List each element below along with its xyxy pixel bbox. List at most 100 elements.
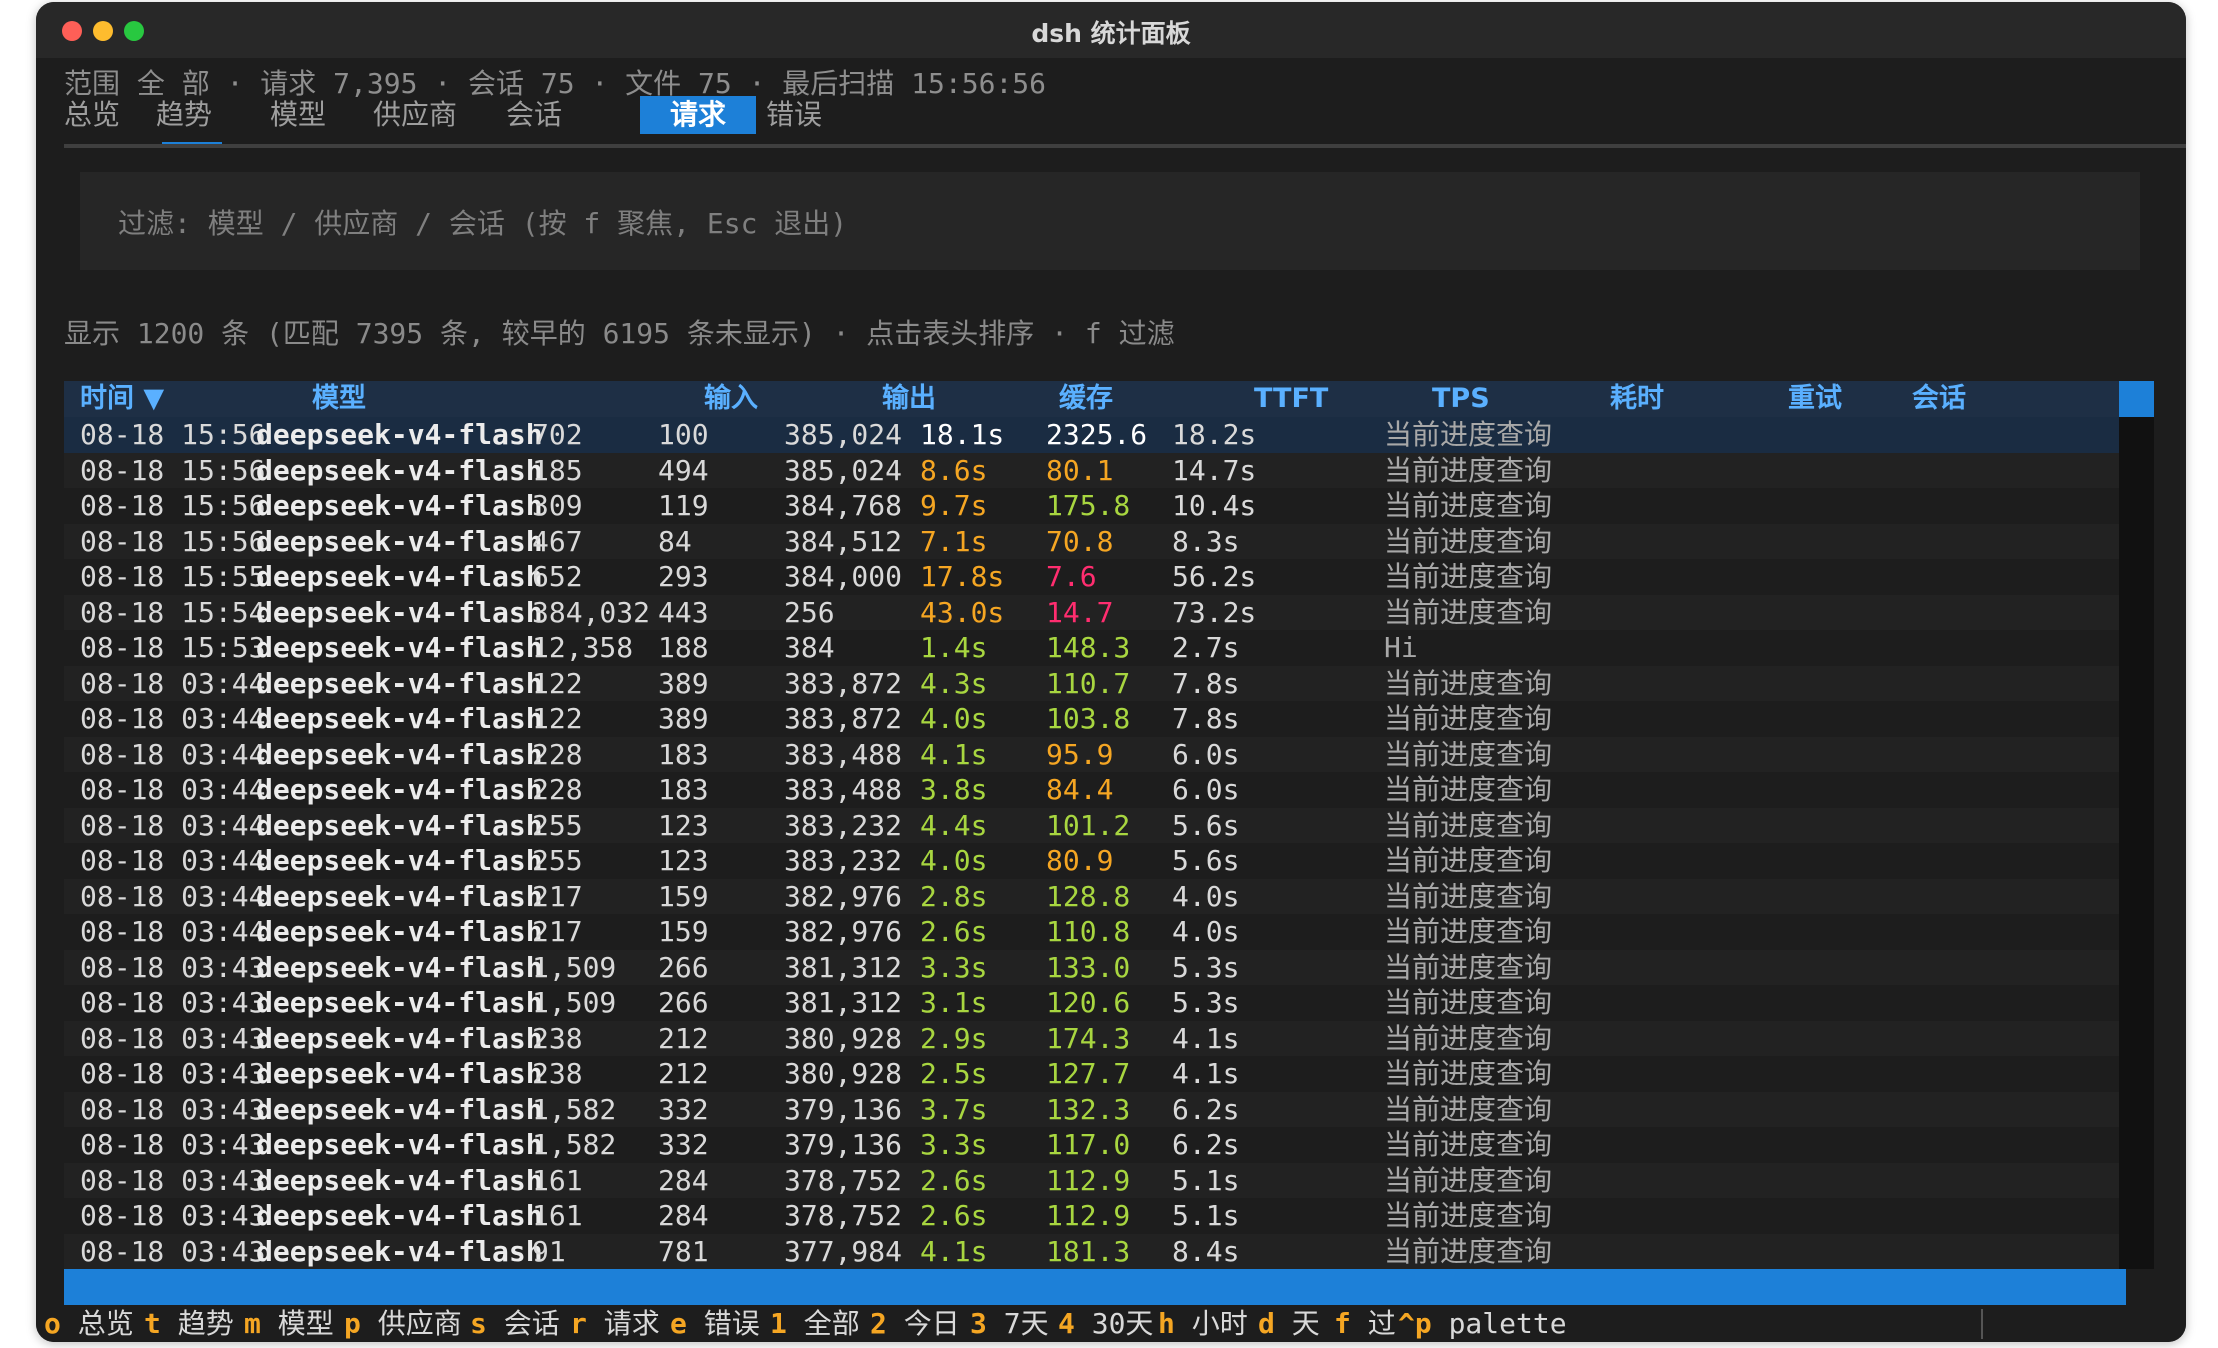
table-row[interactable]: 08-18 03:43 deepseek-v4-flash 161 284 378,75… bbox=[64, 1162, 2119, 1198]
keybinding-9[interactable]: 3 7天 bbox=[970, 1305, 1049, 1342]
cell-input: 309 bbox=[532, 489, 583, 522]
table-row[interactable]: 08-18 03:43 deepseek-v4-flash 238 212 380,92… bbox=[64, 1020, 2119, 1056]
keybinding-key: 1 bbox=[770, 1307, 787, 1340]
scrollbar-track[interactable] bbox=[2119, 417, 2154, 1269]
keybinding-7[interactable]: 1 全部 bbox=[770, 1305, 860, 1342]
cell-tps: 2325.6 bbox=[1046, 418, 1148, 451]
header-tps[interactable]: TPS bbox=[1432, 381, 1490, 417]
table-row[interactable]: 08-18 03:44 deepseek-v4-flash 228 183 383,48… bbox=[64, 772, 2119, 808]
header-session[interactable]: 会话 bbox=[1912, 381, 1966, 417]
table-row[interactable]: 08-18 03:43 deepseek-v4-flash 1,582 332 379,… bbox=[64, 1091, 2119, 1127]
table-row[interactable]: 08-18 15:56 deepseek-v4-flash 467 84 384,512… bbox=[64, 523, 2119, 559]
cell-output: 123 bbox=[658, 808, 709, 842]
table-row[interactable]: 08-18 15:53 deepseek-v4-flash 12,358 188 384… bbox=[64, 630, 2119, 666]
table-row[interactable]: 08-18 15:56 deepseek-v4-flash 702 100 385,02… bbox=[64, 417, 2119, 453]
cell-duration: 4.1s bbox=[1172, 1057, 1240, 1090]
table-row[interactable]: 08-18 03:44 deepseek-v4-flash 217 159 382,97… bbox=[64, 914, 2119, 950]
table-row[interactable]: 08-18 03:44 deepseek-v4-flash 255 123 383,23… bbox=[64, 843, 2119, 879]
keybinding-6[interactable]: e 错误 bbox=[670, 1305, 760, 1342]
table-row[interactable]: 08-18 15:54 deepseek-v4-flash 384,032 443 25… bbox=[64, 594, 2119, 630]
keybinding-label: 天 bbox=[1291, 1307, 1320, 1340]
keybinding-0[interactable]: o 总览 bbox=[44, 1305, 134, 1342]
cell-ttft: 4.0s bbox=[920, 844, 988, 877]
cell-duration: 10.4s bbox=[1172, 489, 1257, 522]
table-row[interactable]: 08-18 15:55 deepseek-v4-flash 652 293 384,00… bbox=[64, 559, 2119, 595]
cell-model: deepseek-v4-flash bbox=[256, 666, 543, 700]
table-row[interactable]: 08-18 03:43 deepseek-v4-flash 1,509 266 381,… bbox=[64, 949, 2119, 985]
cell-output: 443 bbox=[658, 595, 709, 629]
cell-output: 188 bbox=[658, 631, 709, 664]
keybinding-10[interactable]: 4 30天 bbox=[1058, 1305, 1153, 1342]
tab-sessions[interactable]: 会话 bbox=[506, 96, 562, 134]
header-output[interactable]: 输出 bbox=[882, 381, 936, 417]
keybinding-label: 供应商 bbox=[377, 1307, 462, 1340]
cell-duration: 8.3s bbox=[1172, 524, 1240, 558]
cell-cache: 379,136 bbox=[784, 1092, 903, 1126]
cell-model: deepseek-v4-flash bbox=[256, 702, 543, 735]
tab-trend[interactable]: 趋势 bbox=[156, 96, 223, 148]
cell-tps: 7.6 bbox=[1046, 560, 1097, 593]
keybinding-key: ^p bbox=[1398, 1307, 1432, 1340]
table-row[interactable]: 08-18 03:44 deepseek-v4-flash 122 389 383,87… bbox=[64, 665, 2119, 701]
table-row[interactable]: 08-18 03:43 deepseek-v4-flash 238 212 380,92… bbox=[64, 1056, 2119, 1092]
header-time[interactable]: 时间 ▼ bbox=[80, 381, 164, 417]
keybinding-3[interactable]: p 供应商 bbox=[344, 1305, 462, 1342]
cell-session: 当前进度查询 bbox=[1384, 702, 1553, 735]
cell-cache: 383,232 bbox=[784, 808, 903, 842]
cell-session: 当前进度查询 bbox=[1384, 1199, 1553, 1232]
keybinding-2[interactable]: m 模型 bbox=[244, 1305, 334, 1342]
table-row[interactable]: 08-18 03:43 deepseek-v4-flash 161 284 378,75… bbox=[64, 1198, 2119, 1234]
keybinding-4[interactable]: s 会话 bbox=[470, 1305, 560, 1342]
header-cache[interactable]: 缓存 bbox=[1059, 381, 1113, 417]
cell-model: deepseek-v4-flash bbox=[256, 524, 543, 558]
keybinding-14[interactable]: ^p palette bbox=[1398, 1305, 1567, 1342]
cell-ttft: 7.1s bbox=[920, 524, 988, 558]
table-row[interactable]: 08-18 03:44 deepseek-v4-flash 217 159 382,97… bbox=[64, 878, 2119, 914]
cell-time: 08-18 15:55 bbox=[80, 560, 266, 593]
table-row[interactable]: 08-18 15:56 deepseek-v4-flash 309 119 384,76… bbox=[64, 488, 2119, 524]
cell-ttft: 3.3s bbox=[920, 950, 988, 984]
keybinding-1[interactable]: t 趋势 bbox=[144, 1305, 234, 1342]
keybinding-5[interactable]: r 请求 bbox=[570, 1305, 660, 1342]
tab-errors[interactable]: 错误 bbox=[766, 96, 822, 134]
keybinding-8[interactable]: 2 今日 bbox=[870, 1305, 960, 1342]
header-input[interactable]: 输入 bbox=[704, 381, 758, 417]
keybinding-13[interactable]: f 过 bbox=[1334, 1305, 1396, 1342]
keybinding-label: 全部 bbox=[803, 1307, 860, 1340]
cell-model: deepseek-v4-flash bbox=[256, 1163, 543, 1197]
tab-providers[interactable]: 供应商 bbox=[373, 96, 457, 134]
table-row[interactable]: 08-18 03:43 deepseek-v4-flash 1,509 266 381,… bbox=[64, 985, 2119, 1021]
cell-model: deepseek-v4-flash bbox=[256, 1057, 543, 1090]
scrollbar-thumb[interactable] bbox=[2119, 381, 2154, 417]
keybinding-12[interactable]: d 天 bbox=[1258, 1305, 1320, 1342]
tab-overview[interactable]: 总览 bbox=[64, 96, 120, 134]
table-row[interactable]: 08-18 03:43 deepseek-v4-flash 1,582 332 379,… bbox=[64, 1127, 2119, 1163]
cell-cache: 383,232 bbox=[784, 844, 903, 877]
cell-model: deepseek-v4-flash bbox=[256, 1234, 543, 1268]
header-model[interactable]: 模型 bbox=[312, 381, 366, 417]
cell-output: 266 bbox=[658, 950, 709, 984]
cell-output: 293 bbox=[658, 560, 709, 593]
header-retry[interactable]: 重试 bbox=[1788, 381, 1842, 417]
cell-cache: 383,488 bbox=[784, 773, 903, 806]
table-row[interactable]: 08-18 03:44 deepseek-v4-flash 122 389 383,87… bbox=[64, 701, 2119, 737]
cell-tps: 110.8 bbox=[1046, 915, 1131, 948]
keybinding-label: 7天 bbox=[1003, 1307, 1049, 1340]
tab-requests[interactable]: 请求 bbox=[640, 96, 757, 134]
header-duration[interactable]: 耗时 bbox=[1610, 381, 1664, 417]
cell-model: deepseek-v4-flash bbox=[256, 1199, 543, 1232]
keybinding-key: m bbox=[244, 1307, 261, 1340]
tab-models[interactable]: 模型 bbox=[270, 96, 326, 134]
table-row[interactable]: 08-18 03:44 deepseek-v4-flash 228 183 383,48… bbox=[64, 736, 2119, 772]
cell-cache: 384,768 bbox=[784, 489, 903, 522]
cell-input: 255 bbox=[532, 808, 583, 842]
table-row[interactable]: 08-18 03:44 deepseek-v4-flash 255 123 383,23… bbox=[64, 807, 2119, 843]
filter-input[interactable]: 过滤: 模型 / 供应商 / 会话 (按 f 聚焦, Esc 退出) bbox=[80, 172, 2140, 270]
table-row[interactable]: 08-18 15:56 deepseek-v4-flash 185 494 385,02… bbox=[64, 452, 2119, 488]
keybinding-11[interactable]: h 小时 bbox=[1158, 1305, 1248, 1342]
cell-session: 当前进度查询 bbox=[1384, 950, 1553, 984]
header-ttft[interactable]: TTFT bbox=[1254, 381, 1328, 417]
table-row[interactable]: 08-18 03:43 deepseek-v4-flash 91 781 377,984… bbox=[64, 1233, 2119, 1269]
cell-time: 08-18 15:53 bbox=[80, 631, 266, 664]
cell-tps: 112.9 bbox=[1046, 1163, 1131, 1197]
